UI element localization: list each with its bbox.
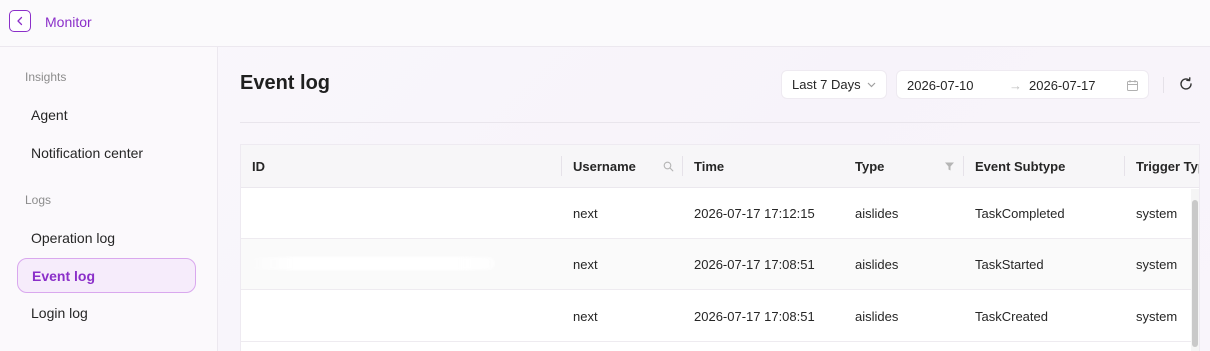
calendar-icon	[1127, 80, 1138, 91]
redacted-id	[245, 257, 495, 270]
sidebar-item-label: Operation log	[31, 229, 116, 246]
cell-trigger-type: system	[1136, 257, 1178, 272]
table-header: ID Username Time Type Event Subtype Trig…	[241, 145, 1199, 188]
cell-time: 2026-07-17 17:08:51	[694, 257, 815, 272]
filter-icon[interactable]	[944, 161, 955, 172]
sidebar-item-label: Login log	[31, 304, 88, 321]
sidebar-item-notification-center[interactable]: Notification center	[17, 135, 196, 170]
date-end-input[interactable]: 2026-07-17	[1029, 78, 1096, 93]
cell-trigger-type: system	[1136, 206, 1178, 221]
column-header-trigger-type[interactable]: Trigger Typ	[1136, 159, 1199, 174]
sidebar-item-label: Agent	[31, 106, 68, 123]
cell-time: 2026-07-17 17:08:51	[694, 309, 815, 324]
cell-event-subtype: TaskStarted	[975, 257, 1044, 272]
sidebar-item-label: Notification center	[31, 144, 144, 161]
column-header-event-subtype[interactable]: Event Subtype	[975, 159, 1065, 174]
page-title: Event log	[240, 72, 331, 94]
toolbar-divider	[1163, 77, 1164, 93]
main-content: Event log Last 7 Days 2026-07-10 → 2026-…	[219, 47, 1210, 351]
search-icon[interactable]	[663, 161, 674, 172]
cell-trigger-type: system	[1136, 309, 1178, 324]
event-log-table: ID Username Time Type Event Subtype Trig…	[240, 144, 1200, 351]
sidebar-section-insights: Insights	[25, 70, 67, 84]
cell-username: next	[573, 206, 598, 221]
refresh-icon[interactable]	[1178, 76, 1194, 92]
sidebar-item-label: Event log	[32, 267, 96, 284]
column-divider	[561, 156, 562, 176]
range-select-value: Last 7 Days	[792, 77, 861, 92]
arrow-right-icon: →	[1009, 78, 1022, 93]
table-row[interactable]: next 2026-07-17 17:08:51 aislides TaskCr…	[241, 291, 1199, 342]
date-range-picker[interactable]: 2026-07-10 → 2026-07-17	[896, 70, 1149, 99]
cell-type: aislides	[855, 257, 899, 272]
column-divider	[682, 156, 683, 176]
header-divider	[240, 122, 1200, 123]
sidebar-item-operation-log[interactable]: Operation log	[17, 220, 196, 255]
column-divider	[1124, 156, 1125, 176]
table-row[interactable]: next 2026-07-17 17:08:51 aislides TaskSt…	[241, 239, 1199, 290]
sidebar-item-event-log[interactable]: Event log	[17, 258, 196, 293]
cell-time: 2026-07-17 17:12:15	[694, 206, 815, 221]
sidebar-item-agent[interactable]: Agent	[17, 97, 196, 132]
cell-type: aislides	[855, 309, 899, 324]
cell-username: next	[573, 309, 598, 324]
cell-event-subtype: TaskCompleted	[975, 206, 1065, 221]
cell-username: next	[573, 257, 598, 272]
column-header-time[interactable]: Time	[694, 159, 724, 174]
sidebar-item-login-log[interactable]: Login log	[17, 295, 196, 330]
scrollbar-thumb[interactable]	[1192, 200, 1198, 347]
top-bar: Monitor	[0, 0, 1210, 47]
chevron-left-icon	[17, 16, 23, 26]
sidebar: Insights Agent Notification center Logs …	[0, 47, 218, 351]
column-divider	[963, 156, 964, 176]
date-start-input[interactable]: 2026-07-10	[907, 78, 974, 93]
cell-event-subtype: TaskCreated	[975, 309, 1048, 324]
table-row[interactable]: next 2026-07-17 17:12:15 aislides TaskCo…	[241, 188, 1199, 239]
cell-type: aislides	[855, 206, 899, 221]
chevron-down-icon	[867, 82, 876, 88]
column-header-id[interactable]: ID	[252, 159, 265, 174]
column-header-username[interactable]: Username	[573, 159, 636, 174]
date-range-preset-select[interactable]: Last 7 Days	[781, 70, 887, 99]
sidebar-section-logs: Logs	[25, 193, 52, 207]
app-title: Monitor	[45, 14, 92, 30]
column-header-type[interactable]: Type	[855, 159, 884, 174]
back-button[interactable]	[9, 10, 31, 32]
